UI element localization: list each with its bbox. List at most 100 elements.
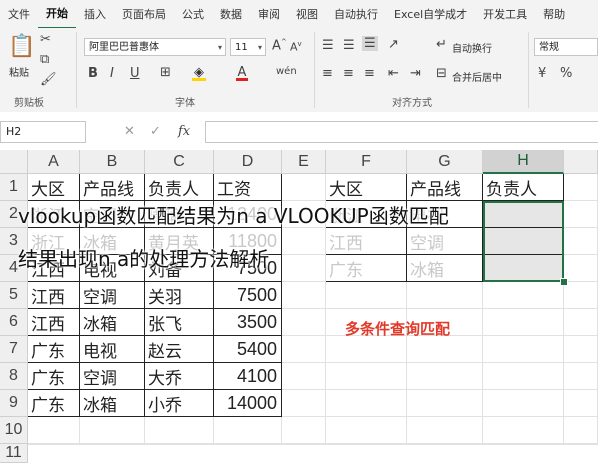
table-cell[interactable]: 关羽 bbox=[145, 282, 214, 309]
grid-cell[interactable] bbox=[214, 444, 282, 445]
paste-label[interactable]: 粘贴 bbox=[9, 64, 29, 79]
table-cell[interactable]: 广东 bbox=[28, 390, 80, 417]
grid-cell[interactable] bbox=[326, 363, 407, 390]
menu-tab[interactable]: 帮助 bbox=[535, 0, 573, 28]
wrap-text-button[interactable]: 自动换行 bbox=[452, 40, 492, 55]
grid-cell[interactable] bbox=[407, 417, 483, 444]
grid-cell[interactable] bbox=[564, 282, 598, 309]
table-header-cell[interactable]: 大区 bbox=[28, 174, 80, 201]
merge-center-icon[interactable]: ⊟ bbox=[436, 66, 447, 81]
grid-cell[interactable] bbox=[483, 309, 564, 336]
number-format-select[interactable]: 常规 bbox=[534, 38, 598, 56]
table-cell[interactable]: 冰箱 bbox=[80, 390, 145, 417]
italic-icon[interactable]: I bbox=[110, 66, 114, 81]
grid-cell[interactable] bbox=[326, 336, 407, 363]
grid-cell[interactable] bbox=[564, 309, 598, 336]
grid-cell[interactable] bbox=[564, 363, 598, 390]
table-header-cell[interactable]: 产品线 bbox=[80, 174, 145, 201]
row-header[interactable]: 1 bbox=[0, 174, 28, 201]
table-cell[interactable]: 江西 bbox=[28, 309, 80, 336]
align-center-icon[interactable]: ≡ bbox=[343, 66, 354, 81]
grid-cell[interactable] bbox=[407, 390, 483, 417]
table-cell[interactable]: 4100 bbox=[214, 363, 282, 390]
grid-cell[interactable] bbox=[282, 417, 326, 444]
grid-cell[interactable] bbox=[80, 417, 145, 444]
lookup-header-cell[interactable]: 大区 bbox=[326, 174, 407, 201]
grow-font-icon[interactable]: A^ bbox=[272, 38, 287, 53]
merge-center-button[interactable]: 合并后居中 bbox=[452, 69, 502, 84]
grid-cell[interactable] bbox=[407, 336, 483, 363]
lookup-header-cell[interactable]: 负责人 bbox=[483, 174, 564, 201]
grid-cell[interactable] bbox=[282, 363, 326, 390]
grid-cell[interactable] bbox=[28, 444, 80, 445]
percent-icon[interactable]: % bbox=[560, 66, 572, 81]
grid-cell[interactable] bbox=[483, 363, 564, 390]
orientation-icon[interactable]: ↗ bbox=[388, 37, 399, 52]
wrap-text-icon[interactable]: ↵ bbox=[436, 37, 447, 52]
table-cell[interactable]: 广东 bbox=[28, 336, 80, 363]
align-right-icon[interactable]: ≡ bbox=[364, 66, 375, 81]
grid-cell[interactable] bbox=[28, 417, 80, 444]
shrink-font-icon[interactable]: Av bbox=[290, 40, 302, 54]
table-cell[interactable]: 3500 bbox=[214, 309, 282, 336]
grid-cell[interactable] bbox=[326, 390, 407, 417]
table-header-cell[interactable]: 工资 bbox=[214, 174, 282, 201]
row-header[interactable]: 8 bbox=[0, 363, 28, 390]
column-header[interactable]: G bbox=[407, 150, 483, 174]
menu-tab[interactable]: 开始 bbox=[38, 0, 76, 29]
menu-tab[interactable]: 插入 bbox=[76, 0, 114, 28]
column-header[interactable]: F bbox=[326, 150, 407, 174]
column-header[interactable]: H bbox=[483, 150, 564, 174]
row-header[interactable]: 6 bbox=[0, 309, 28, 336]
grid-cell[interactable] bbox=[282, 336, 326, 363]
table-cell[interactable]: 冰箱 bbox=[80, 309, 145, 336]
menu-tab[interactable]: 视图 bbox=[288, 0, 326, 28]
underline-icon[interactable]: U bbox=[130, 66, 140, 81]
row-header[interactable]: 10 bbox=[0, 417, 28, 444]
column-header[interactable]: E bbox=[282, 150, 326, 174]
grid-cell[interactable] bbox=[282, 282, 326, 309]
menu-tab[interactable]: 开发工具 bbox=[475, 0, 535, 28]
menu-tab[interactable]: 自动执行 bbox=[326, 0, 386, 28]
menu-tab[interactable]: 数据 bbox=[212, 0, 250, 28]
align-top-icon[interactable]: ☰ bbox=[322, 38, 334, 53]
fill-handle[interactable] bbox=[560, 278, 568, 286]
grid-cell[interactable] bbox=[80, 444, 145, 445]
menu-tab[interactable]: 公式 bbox=[174, 0, 212, 28]
grid-cell[interactable] bbox=[564, 174, 598, 201]
grid-cell[interactable] bbox=[564, 336, 598, 363]
table-cell[interactable]: 5400 bbox=[214, 336, 282, 363]
font-color-icon[interactable]: A bbox=[236, 65, 248, 81]
align-bottom-icon[interactable]: ☰ bbox=[362, 36, 378, 51]
grid-cell[interactable] bbox=[326, 444, 407, 445]
cut-icon[interactable]: ✂ bbox=[40, 32, 51, 47]
menu-tab[interactable]: 审阅 bbox=[250, 0, 288, 28]
grid-cell[interactable] bbox=[282, 444, 326, 445]
format-painter-icon[interactable]: 🖌 bbox=[40, 72, 57, 87]
grid-cell[interactable] bbox=[483, 336, 564, 363]
font-name-select[interactable]: 阿里巴巴普惠体 ▾ bbox=[84, 38, 226, 56]
copy-icon[interactable]: ⧉ bbox=[40, 52, 49, 67]
grid-cell[interactable] bbox=[326, 417, 407, 444]
increase-indent-icon[interactable]: ⇥ bbox=[410, 66, 421, 81]
enter-icon[interactable]: ✓ bbox=[150, 124, 161, 139]
grid-cell[interactable] bbox=[564, 390, 598, 417]
cancel-icon[interactable]: ✕ bbox=[124, 124, 135, 139]
row-header[interactable]: 7 bbox=[0, 336, 28, 363]
row-header[interactable]: 5 bbox=[0, 282, 28, 309]
lookup-header-cell[interactable]: 产品线 bbox=[407, 174, 483, 201]
grid-cell[interactable] bbox=[483, 444, 564, 445]
fill-color-icon[interactable]: ◈ bbox=[192, 65, 206, 81]
table-cell[interactable]: 空调 bbox=[80, 363, 145, 390]
grid-cell[interactable] bbox=[483, 282, 564, 309]
grid-cell[interactable] bbox=[407, 444, 483, 445]
menu-tab[interactable]: Excel自学成才 bbox=[386, 0, 475, 28]
table-cell[interactable]: 广东 bbox=[28, 363, 80, 390]
column-header[interactable]: D bbox=[214, 150, 282, 174]
table-cell[interactable]: 空调 bbox=[80, 282, 145, 309]
grid-cell[interactable] bbox=[282, 174, 326, 201]
table-cell[interactable]: 小乔 bbox=[145, 390, 214, 417]
menu-tab[interactable]: 页面布局 bbox=[114, 0, 174, 28]
font-size-select[interactable]: 11 ▾ bbox=[230, 38, 266, 56]
column-header[interactable]: C bbox=[145, 150, 214, 174]
